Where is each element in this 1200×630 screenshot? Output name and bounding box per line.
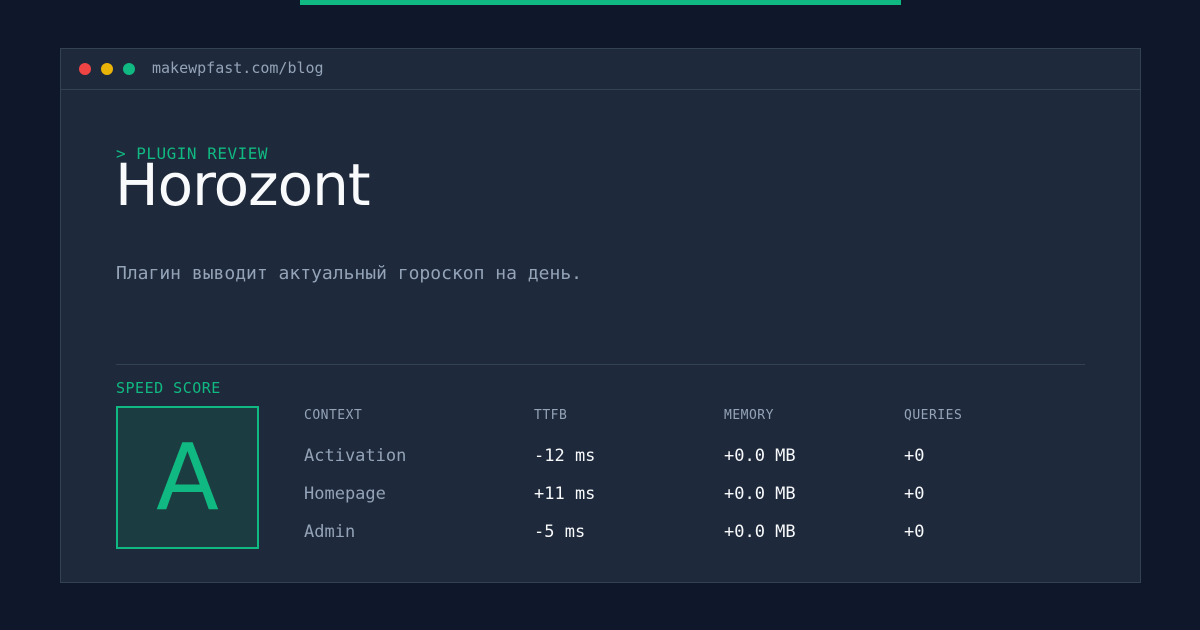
row-memory: +0.0 MB xyxy=(724,522,796,542)
column-header-ttfb: TTFB xyxy=(534,408,568,423)
speed-grade-letter: A xyxy=(156,423,219,531)
window-titlebar: makewpfast.com/blog xyxy=(61,49,1140,90)
row-queries: +0 xyxy=(904,522,925,542)
row-queries: +0 xyxy=(904,484,925,504)
column-header-queries: QUERIES xyxy=(904,408,963,423)
row-ttfb: -12 ms xyxy=(534,446,596,466)
row-queries: +0 xyxy=(904,446,925,466)
column-header-memory: MEMORY xyxy=(724,408,774,423)
speed-grade-badge: A xyxy=(116,406,259,549)
table-row: Homepage +11 ms +0.0 MB +0 xyxy=(304,482,1084,506)
top-accent-bar xyxy=(300,0,901,5)
close-window-dot-icon[interactable] xyxy=(79,63,91,75)
minimize-window-dot-icon[interactable] xyxy=(101,63,113,75)
browser-window: makewpfast.com/blog > PLUGIN REVIEW Horo… xyxy=(60,48,1141,583)
row-context: Admin xyxy=(304,522,356,542)
row-memory: +0.0 MB xyxy=(724,484,796,504)
plugin-description: Плагин выводит актуальный гороскоп на де… xyxy=(116,263,582,284)
row-context: Activation xyxy=(304,446,407,466)
maximize-window-dot-icon[interactable] xyxy=(123,63,135,75)
speed-score-label: SPEED SCORE xyxy=(116,379,221,397)
address-url: makewpfast.com/blog xyxy=(152,59,324,77)
row-memory: +0.0 MB xyxy=(724,446,796,466)
plugin-title: Horozont xyxy=(115,151,371,219)
row-ttfb: -5 ms xyxy=(534,522,586,542)
column-header-context: CONTEXT xyxy=(304,408,363,423)
table-row: Activation -12 ms +0.0 MB +0 xyxy=(304,444,1084,468)
metrics-header-row: CONTEXT TTFB MEMORY QUERIES xyxy=(304,404,1084,428)
row-context: Homepage xyxy=(304,484,386,504)
row-ttfb: +11 ms xyxy=(534,484,596,504)
section-divider xyxy=(116,364,1085,365)
table-row: Admin -5 ms +0.0 MB +0 xyxy=(304,520,1084,544)
